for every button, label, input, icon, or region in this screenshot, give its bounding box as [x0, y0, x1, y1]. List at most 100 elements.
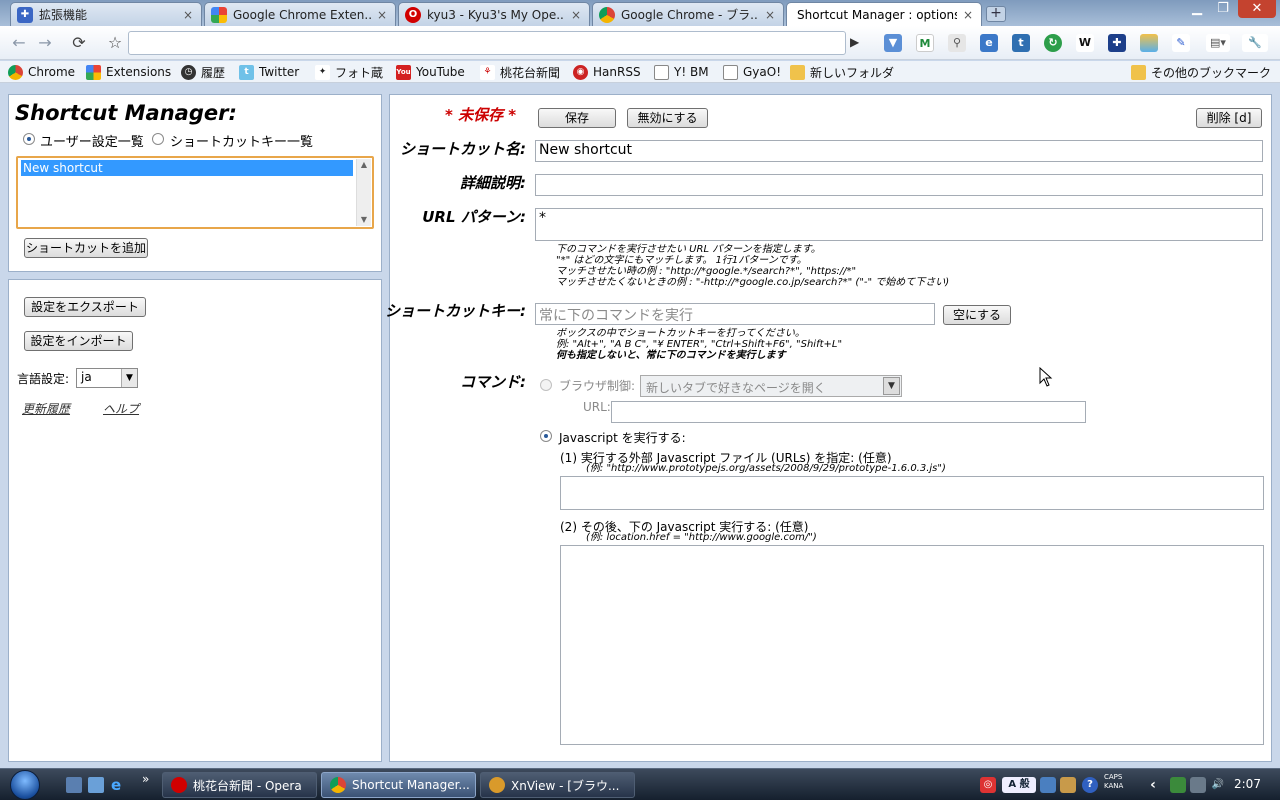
volume-icon[interactable]: 🔊 [1210, 777, 1226, 793]
toolbar: ← → ⟳ ☆ ▶ ▼ M ⚲ e t ↻ W ✚ ✎ ▤▾ 🔧 [0, 26, 1280, 60]
clock[interactable]: 2:07 [1234, 777, 1261, 791]
other-bookmarks[interactable]: その他のブックマーク [1131, 64, 1271, 80]
page-menu-icon[interactable]: ▤▾ [1206, 34, 1230, 52]
save-button[interactable]: 保存 [538, 108, 616, 128]
bookmark-item[interactable]: ⚘ 桃花台新聞 [480, 64, 560, 80]
show-desktop-icon[interactable] [66, 777, 82, 793]
new-tab-button[interactable]: + [986, 6, 1006, 22]
scroll-down-icon[interactable]: ▼ [357, 214, 371, 226]
user-settings-radio[interactable] [23, 133, 35, 145]
close-icon[interactable]: × [961, 8, 975, 22]
clear-key-button[interactable]: 空にする [943, 305, 1011, 325]
back-icon[interactable]: ← [8, 33, 30, 53]
forward-icon[interactable]: → [34, 33, 56, 53]
tab-google-chrome-extensions[interactable]: Google Chrome Exten... × [204, 2, 396, 26]
disable-button[interactable]: 無効にする [627, 108, 708, 128]
tab-extensions[interactable]: ✚ 拡張機能 × [10, 2, 202, 26]
javascript-radio[interactable] [540, 430, 552, 442]
description-input[interactable] [535, 174, 1263, 196]
bookmark-item[interactable]: t Twitter [239, 64, 299, 80]
ime-tool-icon[interactable] [1060, 777, 1076, 793]
pen-icon[interactable]: ✎ [1172, 34, 1190, 52]
gmail-icon[interactable]: M [916, 34, 934, 52]
js-files-textarea[interactable] [560, 476, 1264, 510]
ime-pad-icon[interactable] [1040, 777, 1056, 793]
reload-icon[interactable]: ⟳ [68, 33, 90, 53]
browser-url-input[interactable] [611, 401, 1086, 423]
task-chrome[interactable]: Shortcut Manager... [321, 772, 476, 798]
minimize-icon[interactable]: ▁ [1184, 0, 1210, 18]
mail-check-icon[interactable]: ▼ [884, 34, 902, 52]
start-button[interactable] [6, 769, 48, 800]
language-select[interactable]: ja ▼ [76, 368, 138, 388]
tray-app-icon[interactable]: ◎ [980, 777, 996, 793]
caps-indicator: CAPS KANA [1104, 773, 1123, 791]
bookmark-item[interactable]: ◉ HanRSS [573, 64, 641, 80]
address-bar[interactable] [128, 31, 846, 55]
close-window-icon[interactable]: ✕ [1238, 0, 1276, 18]
restore-icon[interactable]: ❐ [1210, 0, 1236, 18]
puzzle-icon[interactable]: ✚ [1108, 34, 1126, 52]
bookmark-item[interactable]: Extensions [86, 64, 171, 80]
export-settings-button[interactable]: 設定をエクスポート [24, 297, 146, 317]
bookmark-label: Twitter [259, 65, 300, 79]
url-pattern-input[interactable]: * [535, 208, 1263, 241]
bookmark-item[interactable]: You YouTube [396, 64, 465, 80]
network-icon[interactable] [1170, 777, 1186, 793]
tumblr-icon[interactable]: t [1012, 34, 1030, 52]
close-icon[interactable]: × [181, 8, 195, 22]
picture-icon[interactable] [1140, 34, 1158, 52]
chevron-right-icon[interactable]: » [142, 772, 158, 788]
bookmark-item[interactable]: GyaO! [723, 64, 781, 80]
bookmark-label: Y! BM [674, 65, 709, 79]
windows-icon [10, 770, 40, 800]
task-xnview[interactable]: XnView - [ブラウ... [480, 772, 635, 798]
delete-button[interactable]: 削除 [d] [1196, 108, 1262, 128]
help-link[interactable]: ヘルプ [103, 400, 139, 417]
search-icon[interactable]: ⚲ [948, 34, 966, 52]
sync-icon[interactable]: ↻ [1044, 34, 1062, 52]
power-icon[interactable] [1190, 777, 1206, 793]
browser-control-radio[interactable] [540, 379, 552, 391]
help-icon[interactable]: ? [1082, 777, 1098, 793]
bookmark-label: GyaO! [743, 65, 782, 79]
chevron-left-icon[interactable]: ‹ [1145, 777, 1161, 793]
wrench-icon[interactable]: 🔧 [1242, 34, 1268, 52]
scrollbar[interactable]: ▲ ▼ [356, 159, 371, 226]
task-opera[interactable]: 桃花台新聞 - Opera [162, 772, 317, 798]
shortcut-keys-radio[interactable] [152, 133, 164, 145]
ime-indicator[interactable]: A 般 [1002, 777, 1036, 793]
close-icon[interactable]: × [375, 8, 389, 22]
tab-shortcut-manager[interactable]: Shortcut Manager : options × [786, 2, 982, 27]
js-code-textarea[interactable] [560, 545, 1264, 745]
scroll-up-icon[interactable]: ▲ [357, 159, 371, 171]
bookmark-item[interactable]: ✦ フォト蔵 [315, 64, 383, 80]
add-shortcut-button[interactable]: ショートカットを追加 [24, 238, 148, 258]
ie-icon[interactable]: e [980, 34, 998, 52]
star-icon[interactable]: ☆ [104, 33, 126, 53]
go-icon[interactable]: ▶ [850, 35, 864, 51]
browser-action-select[interactable]: 新しいタブで好きなページを開く ▼ [640, 375, 902, 397]
history-link[interactable]: 更新履歴 [22, 400, 70, 417]
import-settings-button[interactable]: 設定をインポート [24, 331, 133, 351]
shortcut-name-input[interactable]: New shortcut [535, 140, 1263, 162]
close-icon[interactable]: × [763, 8, 777, 22]
bookmark-item[interactable]: Chrome [8, 64, 75, 80]
url-hint: マッチさせたい時の例 : "http://*google.*/search?*"… [556, 266, 857, 277]
switch-windows-icon[interactable] [88, 777, 104, 793]
close-icon[interactable]: × [569, 8, 583, 22]
ie-icon[interactable]: e [111, 777, 127, 793]
list-item[interactable]: New shortcut [21, 160, 353, 176]
tab-google-chrome[interactable]: Google Chrome - ブラ... × [592, 2, 784, 26]
bookmark-item[interactable]: ◷ 履歴 [181, 64, 225, 80]
bookmark-item[interactable]: Y! BM [654, 64, 709, 80]
unsaved-indicator: * 未保存 * [445, 106, 517, 124]
bookmark-label: HanRSS [593, 65, 641, 79]
url-hint: 下のコマンドを実行させたい URL パターンを指定します。 [556, 244, 821, 255]
wikipedia-icon[interactable]: W [1076, 34, 1094, 52]
shortcut-list[interactable]: New shortcut ▲ ▼ [16, 156, 374, 229]
opera-icon: O [405, 6, 421, 23]
tab-kyu3[interactable]: O kyu3 - Kyu3's My Ope... × [398, 2, 590, 26]
shortcut-key-input[interactable]: 常に下のコマンドを実行 [535, 303, 935, 325]
bookmark-item[interactable]: 新しいフォルダ [790, 64, 894, 80]
